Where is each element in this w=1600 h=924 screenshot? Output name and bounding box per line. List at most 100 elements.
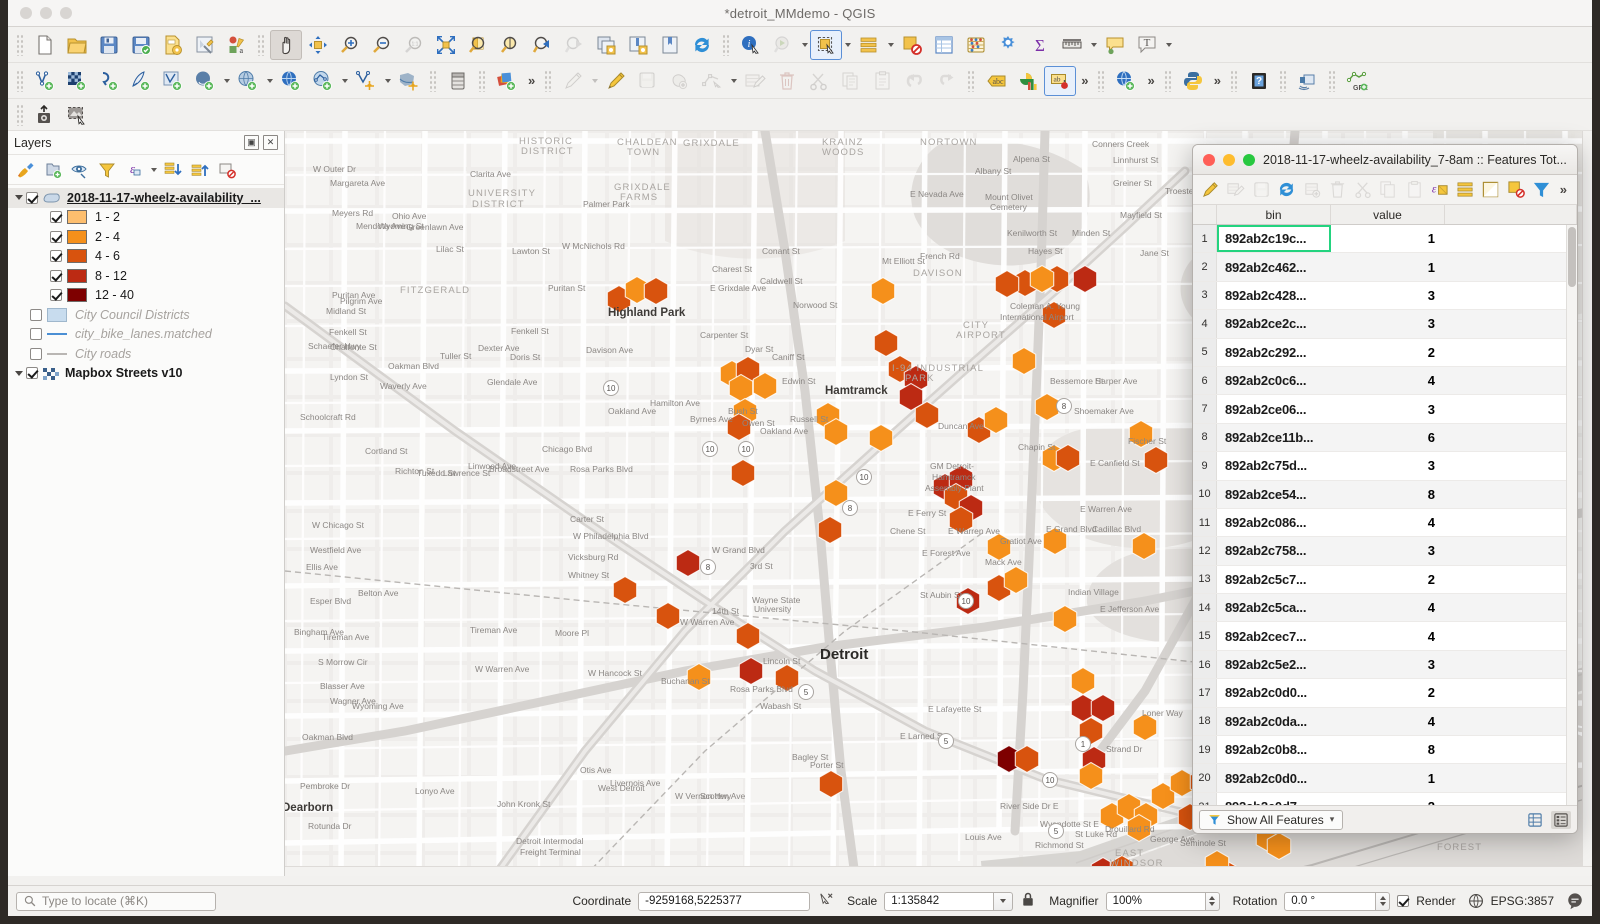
cell-value[interactable]: 3 <box>1331 395 1445 422</box>
toolbar-grip[interactable] <box>722 33 731 56</box>
python-console-icon[interactable] <box>1177 66 1209 96</box>
close-panel-button[interactable]: ✕ <box>263 135 278 150</box>
cell-bin[interactable]: 892ab2c0da... <box>1217 708 1331 735</box>
add-wms-layer-icon[interactable] <box>232 66 264 96</box>
add-group-icon[interactable] <box>40 158 66 182</box>
label-icon[interactable]: abc <box>980 66 1012 96</box>
toggle-editing-icon[interactable] <box>1198 178 1222 202</box>
table-row[interactable]: 20 892ab2c0d0... 1 <box>1193 764 1577 793</box>
cell-value[interactable]: 2 <box>1331 793 1445 805</box>
messages-icon[interactable] <box>1566 892 1584 910</box>
cell-value[interactable]: 4 <box>1331 367 1445 394</box>
cell-bin[interactable]: 892ab2c0d7... <box>1217 793 1331 805</box>
expand-collapse-icon[interactable] <box>12 370 26 376</box>
toolbar-grip[interactable] <box>544 69 554 92</box>
crs-globe-icon[interactable] <box>1468 893 1484 909</box>
expand-collapse-icon[interactable] <box>12 195 26 201</box>
render-checkbox[interactable] <box>1397 895 1410 907</box>
add-wfs-layer-icon[interactable] <box>275 66 307 96</box>
cell-value[interactable]: 4 <box>1331 708 1445 735</box>
delete-selected-icon[interactable] <box>771 66 803 96</box>
new-3d-map-view-icon[interactable] <box>622 30 654 60</box>
cut-selected-icon[interactable] <box>1351 178 1375 202</box>
table-view-button[interactable] <box>1525 811 1545 829</box>
select-by-value-icon[interactable] <box>853 30 885 60</box>
toolbar-grip[interactable] <box>16 33 25 56</box>
toolbar-grip[interactable] <box>478 69 487 92</box>
save-edits-icon[interactable] <box>1249 178 1273 202</box>
filter-legend-icon[interactable] <box>94 158 120 182</box>
maximize-window-button[interactable] <box>1243 153 1255 166</box>
collapse-all-icon[interactable] <box>187 158 213 182</box>
new-print-layout-icon[interactable] <box>157 30 189 60</box>
class-visibility-checkbox[interactable] <box>50 289 62 302</box>
select-by-expression-icon[interactable]: ε <box>1427 178 1451 202</box>
options-icon[interactable] <box>992 30 1024 60</box>
vertex-tool-icon[interactable] <box>696 66 728 96</box>
cell-value[interactable]: 3 <box>1331 310 1445 337</box>
column-header-value[interactable]: value <box>1331 205 1445 224</box>
save-map-image-icon[interactable] <box>29 100 61 130</box>
table-row[interactable]: 16 892ab2c5e2... 3 <box>1193 650 1577 680</box>
add-vectortile-layer-icon[interactable] <box>307 66 339 96</box>
invert-selection-icon[interactable] <box>1478 178 1502 202</box>
cell-bin[interactable]: 892ab2c0d0... <box>1217 679 1331 706</box>
deselect-features-icon[interactable] <box>896 30 928 60</box>
pan-to-selection-icon[interactable] <box>302 30 334 60</box>
class-visibility-checkbox[interactable] <box>50 230 62 243</box>
chevron-down-icon[interactable] <box>339 78 350 83</box>
layer-item-mapbox-streets[interactable]: Mapbox Streets v10 <box>8 364 284 384</box>
save-project-as-icon[interactable] <box>125 30 157 60</box>
cell-bin[interactable]: 892ab2ce54... <box>1217 481 1331 508</box>
chevron-down-icon[interactable] <box>1088 42 1099 47</box>
rotation-input[interactable]: 0.0 ° <box>1284 891 1377 911</box>
table-row[interactable]: 5 892ab2c292... 2 <box>1193 338 1577 367</box>
toolbar-grip[interactable] <box>1327 69 1337 92</box>
cell-value[interactable]: 2 <box>1331 679 1445 706</box>
magnifier-input[interactable]: 100% <box>1105 891 1206 911</box>
georeferencer-icon[interactable] <box>1292 66 1324 96</box>
chevron-down-icon[interactable] <box>382 78 393 83</box>
add-postgis-layer-icon[interactable] <box>189 66 221 96</box>
modify-attributes-icon[interactable] <box>739 66 771 96</box>
chevron-down-icon[interactable] <box>1163 42 1174 47</box>
table-row[interactable]: 12 892ab2c758... 3 <box>1193 537 1577 566</box>
label-toolbar-icon[interactable]: a <box>221 30 253 60</box>
cell-value[interactable]: 2 <box>1331 566 1445 593</box>
table-row[interactable]: 19 892ab2c0b8... 8 <box>1193 736 1577 765</box>
magnifier-stepper[interactable] <box>1205 891 1220 911</box>
toolbar-overflow-chevron[interactable]: » <box>523 73 540 88</box>
lock-scale-icon[interactable] <box>1020 891 1036 911</box>
table-row[interactable]: 14 892ab2c5ca... 4 <box>1193 594 1577 623</box>
expression-filter-icon[interactable]: ε <box>121 158 147 182</box>
cell-value[interactable]: 4 <box>1331 594 1445 621</box>
zoom-to-layer-icon[interactable] <box>494 30 526 60</box>
cell-value[interactable]: 3 <box>1331 651 1445 678</box>
diagram-icon[interactable] <box>1012 66 1044 96</box>
chevron-down-icon[interactable] <box>799 42 810 47</box>
class-visibility-checkbox[interactable] <box>50 250 62 263</box>
new-text-annotation-icon[interactable]: T <box>1131 30 1163 60</box>
new-memory-layer-icon[interactable] <box>125 66 157 96</box>
metasearch-icon[interactable] <box>1110 66 1142 96</box>
coordinate-input[interactable]: -9259168,5225377 <box>638 891 811 911</box>
add-delimited-text-icon[interactable] <box>350 66 382 96</box>
measure-line-icon[interactable] <box>1056 30 1088 60</box>
layer-item-city-roads[interactable]: City roads <box>8 344 284 364</box>
cell-value[interactable]: 6 <box>1331 424 1445 451</box>
toggle-editing-icon[interactable] <box>600 66 632 96</box>
map-horizontal-scrollbar[interactable] <box>285 866 1592 876</box>
table-row[interactable]: 7 892ab2ce06... 3 <box>1193 395 1577 424</box>
table-row[interactable]: 9 892ab2c75d... 3 <box>1193 452 1577 481</box>
legend-class-row[interactable]: 4 - 6 <box>8 247 284 267</box>
table-row[interactable]: 18 892ab2c0da... 4 <box>1193 707 1577 737</box>
table-row[interactable]: 10 892ab2ce54... 8 <box>1193 480 1577 509</box>
zoom-next-icon[interactable] <box>558 30 590 60</box>
paste-features-icon[interactable] <box>1402 178 1426 202</box>
layer-visibility-checkbox[interactable] <box>30 347 42 360</box>
zoom-full-icon[interactable] <box>430 30 462 60</box>
copy-selected-icon[interactable] <box>1376 178 1400 202</box>
layer-item-city-council-districts[interactable]: City Council Districts <box>8 305 284 325</box>
toolbar-grip[interactable] <box>16 103 25 126</box>
toolbar-grip[interactable] <box>1097 69 1107 92</box>
